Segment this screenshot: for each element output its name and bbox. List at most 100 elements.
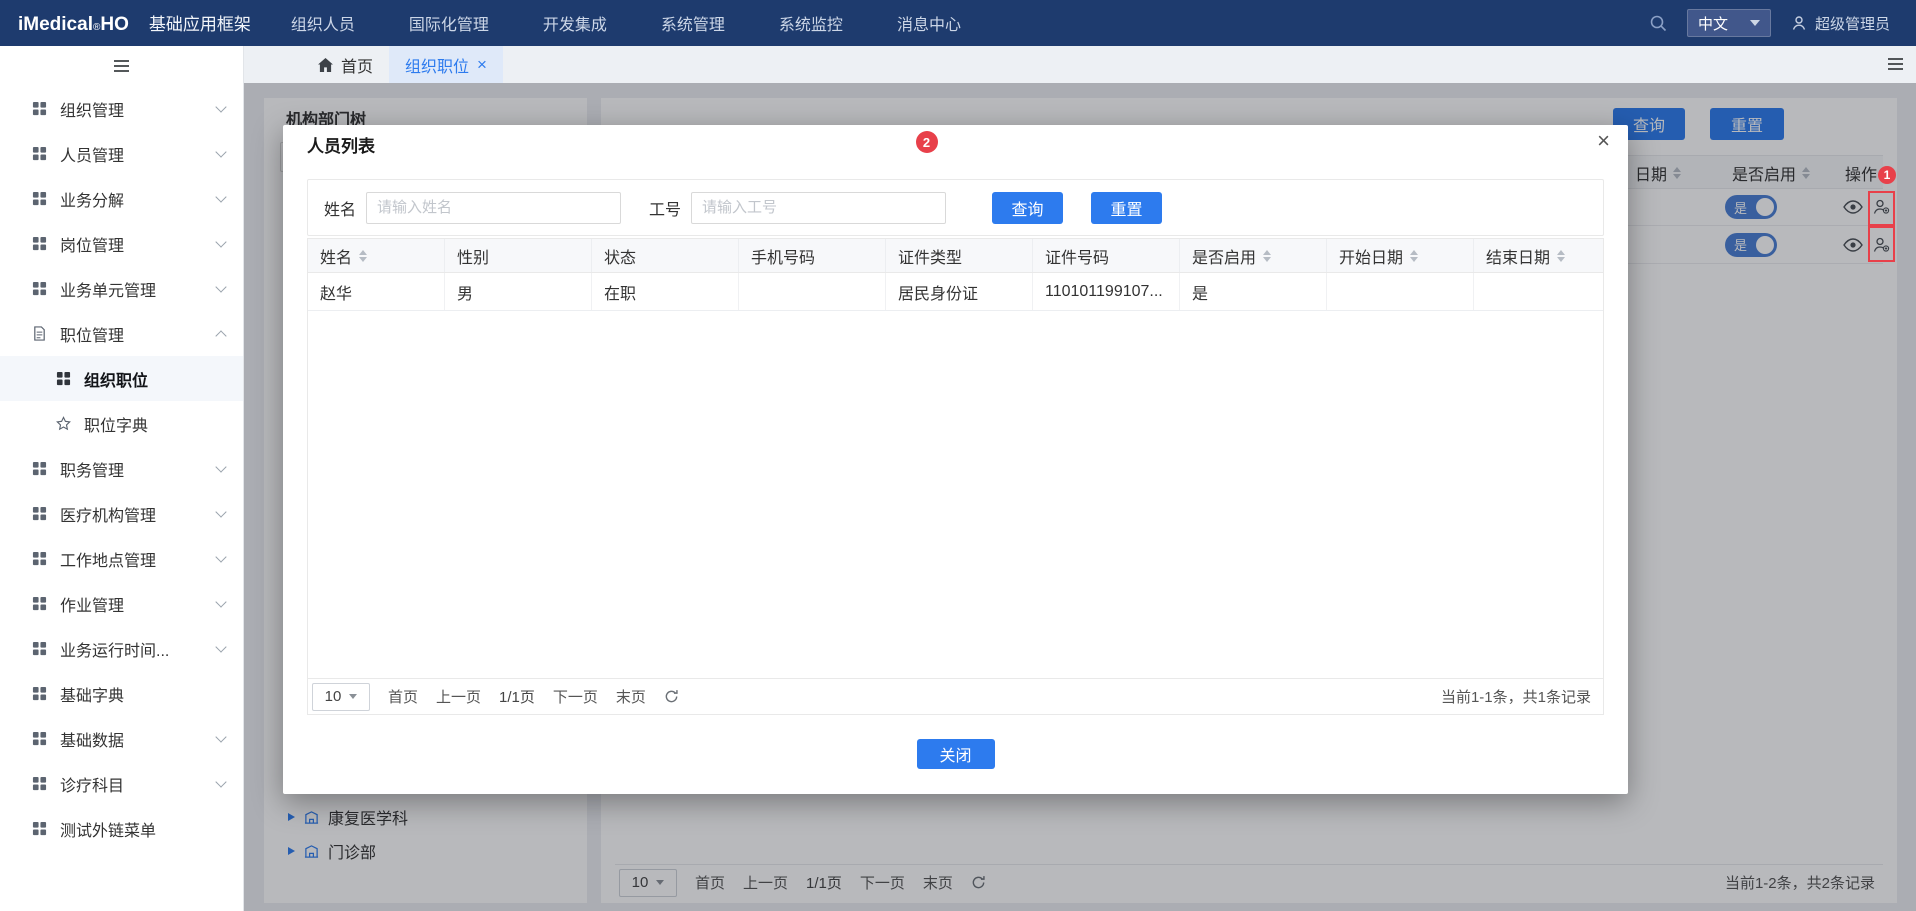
chevron-up-icon (215, 330, 226, 341)
sort-icon[interactable] (1263, 250, 1271, 262)
grid-icon (32, 281, 47, 296)
app-title: 基础应用框架 (149, 10, 251, 35)
sidebar-item-medical-org[interactable]: 医疗机构管理 (0, 491, 243, 536)
pager-last[interactable]: 末页 (616, 686, 646, 707)
pager-prev[interactable]: 上一页 (436, 686, 481, 707)
sidebar-item-business-unit[interactable]: 业务单元管理 (0, 266, 243, 311)
column-header-start-date: 开始日期 (1327, 239, 1474, 272)
menu-message-center[interactable]: 消息中心 (897, 11, 961, 35)
user-menu[interactable]: 超级管理员 (1791, 13, 1890, 34)
pager-first[interactable]: 首页 (388, 686, 418, 707)
refresh-icon[interactable] (664, 689, 679, 704)
cell-id-number: 110101199107... (1033, 273, 1180, 310)
document-icon (32, 326, 47, 341)
column-header-gender: 性别 (445, 239, 592, 272)
modal-reset-button[interactable]: 重置 (1091, 192, 1162, 224)
modal-close-button[interactable]: 关闭 (917, 739, 995, 769)
column-header-end-date: 结束日期 (1474, 239, 1603, 272)
sidebar-item-job-management[interactable]: 作业管理 (0, 581, 243, 626)
sidebar-collapse-button[interactable] (0, 46, 243, 86)
user-icon (1791, 15, 1807, 31)
sidebar-item-basic-data[interactable]: 基础数据 (0, 716, 243, 761)
sort-icon[interactable] (1410, 250, 1418, 262)
sidebar-item-business-runtime[interactable]: 业务运行时间... (0, 626, 243, 671)
page-size-select[interactable]: 10 (312, 683, 370, 711)
chevron-down-icon (215, 101, 226, 112)
cell-id-type: 居民身份证 (886, 273, 1033, 310)
tab-home[interactable]: 首页 (302, 46, 389, 83)
table-empty-area (308, 311, 1603, 678)
column-header-name: 姓名 (308, 239, 445, 272)
grid-icon (32, 821, 47, 836)
grid-icon (32, 146, 47, 161)
grid-icon (32, 101, 47, 116)
menu-system-monitor[interactable]: 系统监控 (779, 11, 843, 35)
sidebar-item-post-management[interactable]: 岗位管理 (0, 221, 243, 266)
grid-icon (32, 596, 47, 611)
grid-icon (32, 191, 47, 206)
grid-icon (32, 776, 47, 791)
modal-pagination: 10 首页 上一页 1/1页 下一页 末页 当前1-1条，共1条记录 (308, 678, 1603, 714)
annotation-badge-2: 2 (916, 131, 938, 153)
sidebar-item-org-management[interactable]: 组织管理 (0, 86, 243, 131)
chevron-down-icon (215, 641, 226, 652)
sidebar-item-position-management[interactable]: 职位管理 (0, 311, 243, 356)
chevron-down-icon (215, 236, 226, 247)
search-icon[interactable] (1649, 14, 1667, 32)
modal-header: 人员列表 2 × (283, 125, 1628, 163)
pager-next[interactable]: 下一页 (553, 686, 598, 707)
modal-filter-bar: 姓名 工号 查询 重置 (307, 179, 1604, 236)
chevron-down-icon (1750, 20, 1760, 26)
grid-icon (32, 641, 47, 656)
sidebar-item-personnel[interactable]: 人员管理 (0, 131, 243, 176)
workid-input[interactable] (691, 192, 946, 224)
chevron-down-icon (215, 551, 226, 562)
menu-org-person[interactable]: 组织人员 (291, 11, 355, 35)
chevron-down-icon (215, 506, 226, 517)
modal-title: 人员列表 (307, 132, 375, 157)
grid-icon (32, 551, 47, 566)
column-header-status: 状态 (592, 239, 739, 272)
chevron-down-icon (215, 281, 226, 292)
user-name: 超级管理员 (1815, 13, 1890, 34)
grid-icon (32, 686, 47, 701)
sidebar-item-duty-management[interactable]: 职务管理 (0, 446, 243, 491)
tab-list-menu-icon[interactable] (1887, 57, 1904, 76)
tab-close-icon[interactable]: × (477, 55, 487, 75)
chevron-down-icon (215, 596, 226, 607)
tab-org-position[interactable]: 组织职位 × (389, 46, 503, 83)
topbar: iMedical®HO 基础应用框架 组织人员 国际化管理 开发集成 系统管理 … (0, 0, 1916, 46)
cell-status: 在职 (592, 273, 739, 310)
pager-info: 1/1页 (499, 686, 535, 707)
sidebar-item-position-dictionary[interactable]: 职位字典 (0, 401, 243, 446)
menu-dev-integration[interactable]: 开发集成 (543, 11, 607, 35)
name-input[interactable] (366, 192, 621, 224)
star-icon (56, 416, 71, 431)
annotation-rect-row1 (1868, 191, 1895, 226)
sidebar-nav: 组织管理 人员管理 业务分解 岗位管理 业务单元管理 职位管理 组织职位 职位 (0, 86, 243, 851)
grid-icon (56, 371, 71, 386)
modal-close-icon[interactable]: × (1597, 130, 1610, 152)
sort-icon[interactable] (359, 250, 367, 262)
sidebar-item-org-position[interactable]: 组织职位 (0, 356, 243, 401)
cell-start-date (1327, 273, 1474, 310)
sidebar-item-external-link-menu[interactable]: 测试外链菜单 (0, 806, 243, 851)
person-table: 姓名 性别 状态 手机号码 证件类型 证件号码 是否启用 开始日期 结束日期 (307, 238, 1604, 715)
sidebar-item-work-location[interactable]: 工作地点管理 (0, 536, 243, 581)
sidebar-item-business-decomposition[interactable]: 业务分解 (0, 176, 243, 221)
modal-search-button[interactable]: 查询 (992, 192, 1063, 224)
column-header-phone: 手机号码 (739, 239, 886, 272)
grid-icon (32, 731, 47, 746)
sidebar-item-treatment-subject[interactable]: 诊疗科目 (0, 761, 243, 806)
person-table-row[interactable]: 赵华 男 在职 居民身份证 110101199107... 是 (308, 273, 1603, 311)
menu-system-mgmt[interactable]: 系统管理 (661, 11, 725, 35)
menu-i18n[interactable]: 国际化管理 (409, 11, 489, 35)
person-list-modal: 人员列表 2 × 姓名 工号 查询 重置 姓名 性别 状态 手机号码 证件类型 … (283, 125, 1628, 794)
sidebar-item-basic-dictionary[interactable]: 基础字典 (0, 671, 243, 716)
sort-icon[interactable] (1557, 250, 1565, 262)
language-value: 中文 (1698, 13, 1728, 34)
chevron-down-icon (215, 146, 226, 157)
chevron-down-icon (215, 776, 226, 787)
language-select[interactable]: 中文 (1687, 9, 1771, 37)
app-logo: iMedical®HO 基础应用框架 (18, 10, 251, 36)
